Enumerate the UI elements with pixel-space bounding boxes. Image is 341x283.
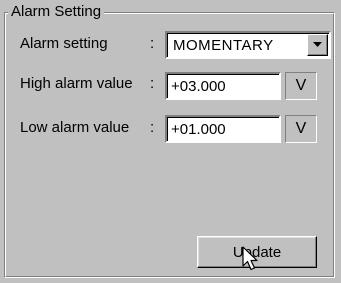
high-alarm-colon: :: [150, 75, 155, 92]
low-alarm-input[interactable]: +01.000: [165, 115, 281, 143]
dropdown-button[interactable]: [307, 34, 328, 56]
high-alarm-input[interactable]: +03.000: [165, 72, 281, 100]
high-alarm-value: +03.000: [171, 78, 226, 95]
group-title: Alarm Setting: [8, 3, 105, 21]
alarm-setting-value: MOMENTARY: [173, 37, 274, 54]
chevron-down-icon: [313, 42, 322, 47]
mouse-pointer-icon: [242, 246, 258, 271]
low-alarm-label: Low alarm value: [20, 119, 130, 136]
low-alarm-value: +01.000: [171, 121, 226, 138]
alarm-setting-combo[interactable]: MOMENTARY: [165, 31, 331, 59]
alarm-setting-label: Alarm setting: [20, 35, 108, 52]
high-alarm-unit: V: [285, 72, 317, 100]
alarm-setting-colon: :: [150, 35, 155, 52]
low-alarm-unit: V: [285, 115, 317, 143]
high-alarm-label: High alarm value: [20, 75, 133, 92]
low-alarm-colon: :: [150, 119, 155, 136]
